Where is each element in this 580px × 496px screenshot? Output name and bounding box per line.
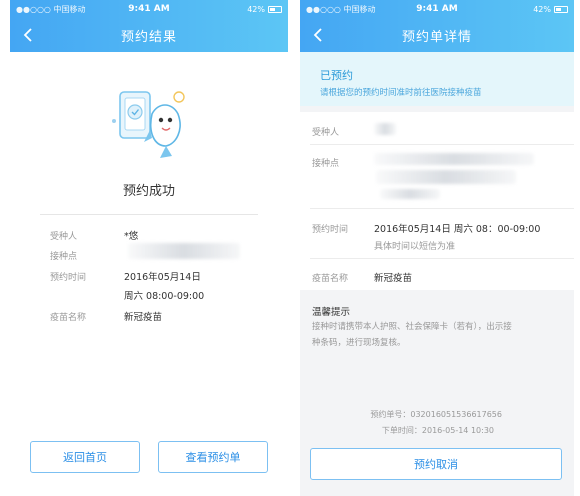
tips-line-2: 种条码，进行现场复核。 xyxy=(312,338,406,348)
time-label: 预约时间 xyxy=(50,273,87,283)
site-label: 接种点 xyxy=(312,159,340,169)
time-slot-value: 周六 08:00-09:00 xyxy=(124,291,205,302)
cancel-appointment-button[interactable]: 预约取消 xyxy=(310,448,562,480)
view-appointment-button[interactable]: 查看预约单 xyxy=(158,441,268,473)
status-bar: ●●○○○ 中国移动 9:41 AM 42% xyxy=(10,0,288,18)
success-mascot-illustration xyxy=(112,91,185,158)
redacted-recipient xyxy=(374,123,396,135)
redacted-site-line-3 xyxy=(380,189,440,199)
divider xyxy=(310,258,574,259)
tips-line-1: 接种时请携带本人护照、社会保障卡（若有），出示接 xyxy=(312,322,512,332)
status-bar: ●●○○○ 中国移动 9:41 AM 42% xyxy=(300,0,574,18)
battery-icon xyxy=(554,5,568,13)
vaccine-label: 疫苗名称 xyxy=(50,313,87,323)
vaccine-label: 疫苗名称 xyxy=(312,274,349,284)
appointment-status: 已预约 xyxy=(320,69,353,82)
recipient-label: 受种人 xyxy=(50,232,78,242)
battery-icon xyxy=(268,5,282,13)
vaccine-value: 新冠疫苗 xyxy=(124,312,163,323)
vaccine-value: 新冠疫苗 xyxy=(374,273,413,284)
back-arrow-icon[interactable] xyxy=(20,26,38,44)
page-title: 预约单详情 xyxy=(401,29,472,45)
battery-percent: 42% xyxy=(247,4,265,14)
redacted-site-line-2 xyxy=(376,170,516,184)
redacted-site xyxy=(128,243,240,259)
success-message: 预约成功 xyxy=(122,184,175,199)
battery-percent: 42% xyxy=(533,4,551,14)
nav-bar: 预约单详情 xyxy=(300,18,574,52)
site-label: 接种点 xyxy=(50,252,78,262)
nav-bar: 预约结果 xyxy=(10,18,288,52)
back-arrow-icon[interactable] xyxy=(310,26,328,44)
redacted-site-line-1 xyxy=(374,153,534,165)
page-title: 预约结果 xyxy=(120,29,177,45)
back-home-button[interactable]: 返回首页 xyxy=(30,441,140,473)
order-number: 预约单号：032016051536617656 xyxy=(370,410,502,419)
clock: 9:41 AM xyxy=(416,4,458,14)
divider xyxy=(310,144,574,145)
battery: 42% xyxy=(533,5,568,14)
divider xyxy=(310,208,574,209)
detail-card: 受种人 接种点 预约时间 2016年05月14日 周六 08：00-09:00 … xyxy=(300,112,574,290)
status-subtitle: 请根据您的预约时间准时前往医院接种疫苗 xyxy=(320,88,482,98)
divider xyxy=(40,214,258,215)
status-banner: 已预约 请根据您的预约时间准时前往医院接种疫苗 xyxy=(300,52,574,106)
date-value: 2016年05月14日 xyxy=(124,272,201,283)
recipient-label: 受种人 xyxy=(312,128,340,138)
recipient-value: *悠 xyxy=(124,231,139,242)
order-time: 下单时间：2016-05-14 10:30 xyxy=(381,426,494,435)
clock: 9:41 AM xyxy=(128,4,170,14)
time-note: 具体时间以短信为准 xyxy=(374,242,456,252)
appointment-result-screen: ●●○○○ 中国移动 9:41 AM 42% 预约结果 预约成功 受种人 *悠 xyxy=(10,0,288,496)
result-card: 预约成功 受种人 *悠 接种点 预约时间 2016年05月14日 周六 08:0… xyxy=(10,52,288,496)
tips-title: 温馨提示 xyxy=(312,307,351,318)
time-value: 2016年05月14日 周六 08：00-09:00 xyxy=(374,224,541,235)
battery: 42% xyxy=(247,5,282,14)
time-label: 预约时间 xyxy=(312,225,349,235)
appointment-detail-screen: ●●○○○ 中国移动 9:41 AM 42% 预约单详情 已预约 请根据您的预约… xyxy=(300,0,574,496)
